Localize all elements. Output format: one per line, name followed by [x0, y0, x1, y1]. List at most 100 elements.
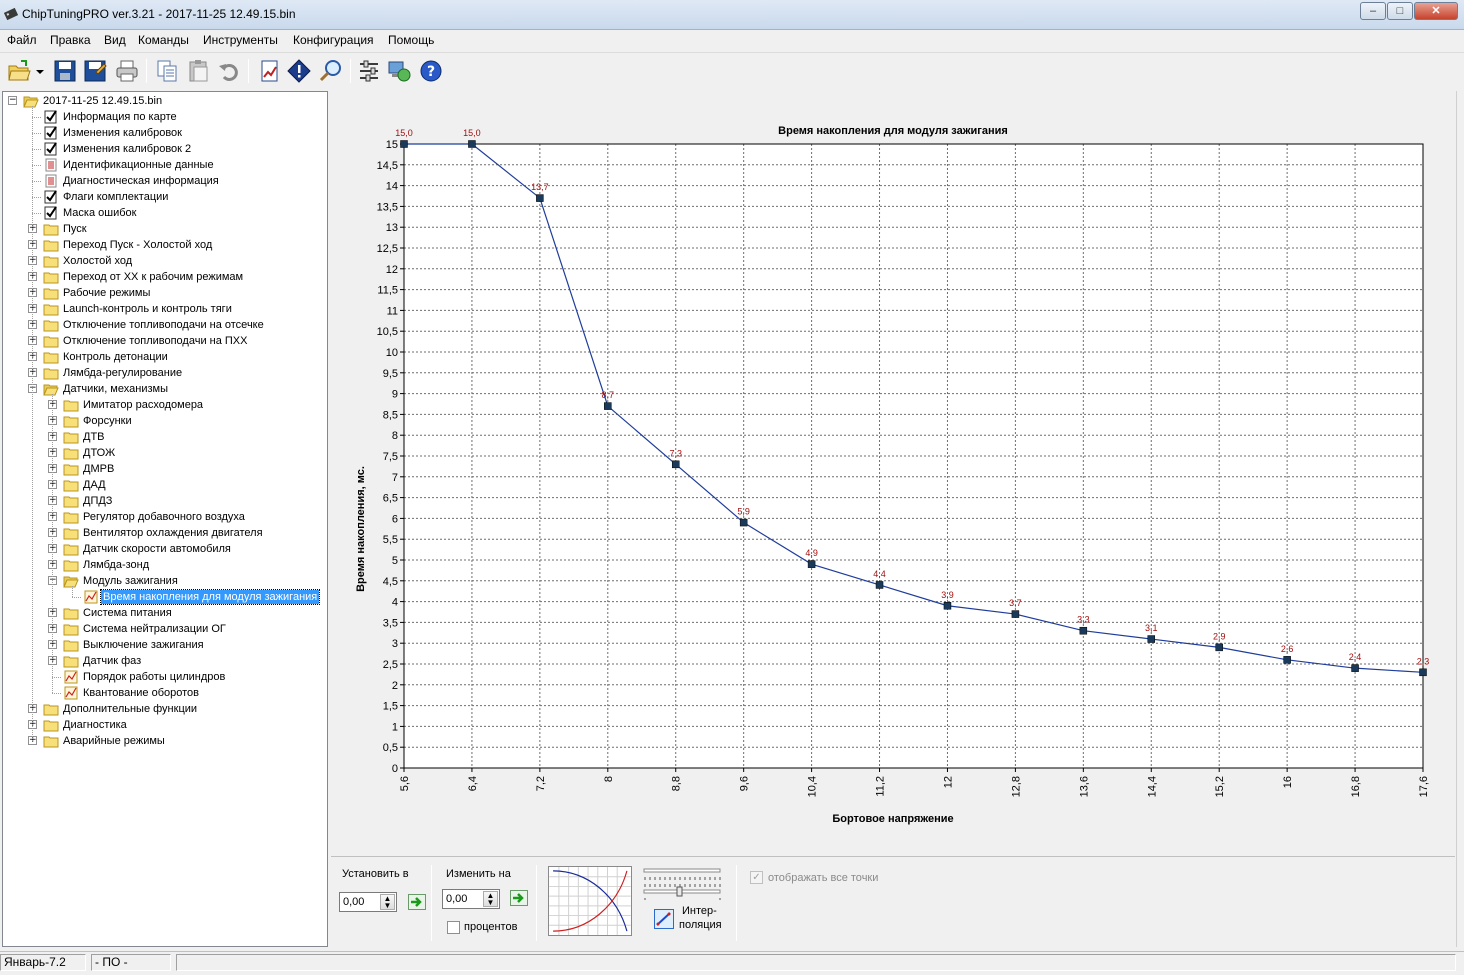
- data-point[interactable]: [1215, 643, 1223, 652]
- data-point[interactable]: [536, 194, 544, 202]
- tree-item-label[interactable]: Выключение зажигания: [81, 638, 206, 652]
- tree-item-label[interactable]: Форсунки: [81, 414, 134, 428]
- tree-item-label[interactable]: Время накопления для модуля зажигания: [99, 589, 321, 605]
- help-icon[interactable]: ?: [418, 58, 444, 84]
- tree-item-label[interactable]: Квантование оборотов: [81, 686, 201, 700]
- tree-item-label[interactable]: ДПДЗ: [81, 494, 114, 508]
- tree-item-label[interactable]: Имитатор расходомера: [81, 398, 205, 412]
- tree-item-label[interactable]: Дополнительные функции: [61, 702, 199, 716]
- tree-item[interactable]: Диагностическая информация: [3, 173, 327, 189]
- tree-root-label[interactable]: 2017-11-25 12.49.15.bin: [41, 94, 164, 108]
- tree-item-label[interactable]: Система нейтрализации ОГ: [81, 622, 228, 636]
- tree-item[interactable]: + Рабочие режимы: [3, 285, 327, 301]
- tree-item-label[interactable]: Датчик скорости автомобиля: [81, 542, 233, 556]
- tree-item[interactable]: + Холостой ход: [3, 253, 327, 269]
- tree-item-label[interactable]: Модуль зажигания: [81, 574, 180, 588]
- apply-set-button[interactable]: [408, 894, 426, 910]
- tree-item[interactable]: + Пуск: [3, 221, 327, 237]
- tree-item[interactable]: + Отключение топливоподачи на ПХХ: [3, 333, 327, 349]
- percent-checkbox[interactable]: [447, 921, 460, 934]
- smoothing-slider[interactable]: [643, 864, 723, 882]
- tree-item-label[interactable]: Рабочие режимы: [61, 286, 152, 300]
- tree-item-label[interactable]: Диагностика: [61, 718, 129, 732]
- tree-item[interactable]: Идентификационные данные: [3, 157, 327, 173]
- tree-item-label[interactable]: Изменения калибровок: [61, 126, 184, 140]
- tree-item[interactable]: Флаги комплектации: [3, 189, 327, 205]
- menu-configuration[interactable]: Конфигурация: [293, 33, 374, 47]
- data-point[interactable]: [1011, 610, 1020, 618]
- tree-item-label[interactable]: ДТВ: [81, 430, 107, 444]
- tree-item-label[interactable]: Датчик фаз: [81, 654, 143, 668]
- network-icon[interactable]: [386, 58, 412, 84]
- data-point[interactable]: [1147, 635, 1156, 643]
- tree-item-label[interactable]: Флаги комплектации: [61, 190, 170, 204]
- spin-arrows-icon[interactable]: ▲ ▼: [380, 894, 395, 910]
- apply-change-button[interactable]: [510, 890, 528, 906]
- copy-icon[interactable]: [154, 58, 180, 84]
- data-point[interactable]: [1419, 668, 1427, 677]
- tree-item-label[interactable]: Порядок работы цилиндров: [81, 670, 227, 684]
- tree-item-label[interactable]: Переход Пуск - Холостой ход: [61, 238, 214, 252]
- tree-item-label[interactable]: Launch-контроль и контроль тяги: [61, 302, 234, 316]
- close-button[interactable]: ✕: [1414, 2, 1458, 20]
- data-point[interactable]: [1351, 664, 1359, 672]
- menu-edit[interactable]: Правка: [50, 33, 91, 47]
- open-icon[interactable]: [6, 58, 32, 84]
- data-point[interactable]: [875, 581, 884, 589]
- tree-item-label[interactable]: Аварийные режимы: [61, 734, 167, 748]
- tree-item-label[interactable]: Лямбда-зонд: [81, 558, 151, 572]
- tree-item-label[interactable]: ДАД: [81, 478, 108, 492]
- data-point[interactable]: [468, 140, 476, 148]
- tree-item[interactable]: Изменения калибровок 2: [3, 141, 327, 157]
- set-to-input[interactable]: 0,00 ▲ ▼: [339, 892, 397, 912]
- tree-item-label[interactable]: Лямбда-регулирование: [61, 366, 184, 380]
- tree-item-label[interactable]: Пуск: [61, 222, 89, 236]
- tree-item[interactable]: Информация по карте: [3, 109, 327, 125]
- tree-item-label[interactable]: Вентилятор охлаждения двигателя: [81, 526, 265, 540]
- tree-item[interactable]: + Переход Пуск - Холостой ход: [3, 237, 327, 253]
- tree-item-label[interactable]: Изменения калибровок 2: [61, 142, 193, 156]
- tree-item-label[interactable]: Информация по карте: [61, 110, 179, 124]
- project-tree[interactable]: − 2017-11-25 12.49.15.bin Информация по ка…: [2, 91, 328, 947]
- tree-item-label[interactable]: Идентификационные данные: [61, 158, 216, 172]
- menu-view[interactable]: Вид: [104, 33, 126, 47]
- spin-arrows-icon[interactable]: ▲ ▼: [483, 891, 498, 907]
- data-point[interactable]: [671, 460, 680, 469]
- undo-icon[interactable]: [216, 58, 242, 84]
- collapse-icon[interactable]: −: [8, 96, 17, 105]
- tree-item-label[interactable]: Диагностическая информация: [61, 174, 221, 188]
- tree-item[interactable]: Маска ошибок: [3, 205, 327, 221]
- tree-item[interactable]: + Аварийные режимы: [3, 733, 327, 749]
- save-icon[interactable]: [52, 58, 78, 84]
- report-icon[interactable]: [256, 58, 282, 84]
- tree-item-label[interactable]: Холостой ход: [61, 254, 134, 268]
- show-all-points-checkbox[interactable]: ✓: [750, 871, 763, 884]
- tree-item-label[interactable]: Отключение топливоподачи на отсечке: [61, 318, 266, 332]
- tree-item[interactable]: + Диагностика: [3, 717, 327, 733]
- data-point[interactable]: [604, 402, 612, 410]
- print-icon[interactable]: [114, 58, 140, 84]
- paste-icon[interactable]: [186, 58, 212, 84]
- menu-help[interactable]: Помощь: [388, 33, 434, 47]
- strength-slider[interactable]: [643, 882, 723, 900]
- tree-item-label[interactable]: Регулятор добавочного воздуха: [81, 510, 247, 524]
- data-point[interactable]: [1079, 626, 1088, 635]
- tree-item[interactable]: + Переход от ХХ к рабочим режимам: [3, 269, 327, 285]
- tree-item[interactable]: + Контроль детонации: [3, 349, 327, 365]
- tree-item-label[interactable]: ДМРВ: [81, 462, 116, 476]
- menu-commands[interactable]: Команды: [138, 33, 189, 47]
- maximize-button[interactable]: □: [1387, 2, 1413, 20]
- save-as-icon[interactable]: [82, 58, 108, 84]
- menu-file[interactable]: Файл: [7, 33, 37, 47]
- tree-item[interactable]: + Лямбда-регулирование: [3, 365, 327, 381]
- tree-item-label[interactable]: Отключение топливоподачи на ПХХ: [61, 334, 249, 348]
- tree-item[interactable]: − 2017-11-25 12.49.15.bin: [3, 93, 327, 109]
- tree-item[interactable]: Изменения калибровок: [3, 125, 327, 141]
- data-point[interactable]: [739, 518, 748, 527]
- chart-plot[interactable]: 00,511,522,533,544,555,566,577,588,599,5…: [331, 91, 1455, 855]
- search-icon[interactable]: [318, 58, 344, 84]
- tree-item-label[interactable]: Маска ошибок: [61, 206, 138, 220]
- tree-item-label[interactable]: Система питания: [81, 606, 174, 620]
- data-point[interactable]: [1283, 656, 1291, 664]
- tree-item-label[interactable]: Датчики, механизмы: [61, 382, 170, 396]
